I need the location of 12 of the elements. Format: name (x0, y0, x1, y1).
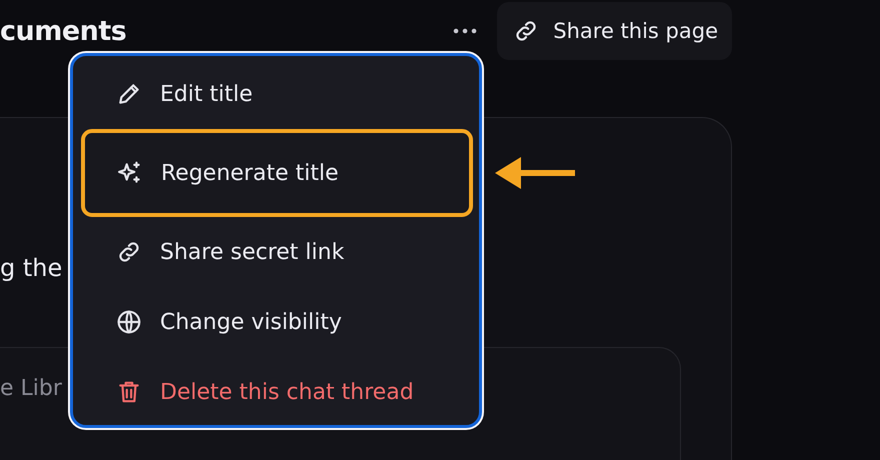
menu-item[interactable]: Share secret link (76, 217, 476, 287)
menu-item[interactable]: Regenerate title (81, 129, 473, 217)
globe-icon (116, 309, 142, 335)
menu-item[interactable]: Delete this chat thread (76, 357, 476, 427)
more-icon[interactable] (453, 28, 478, 34)
pencil-icon (116, 81, 142, 107)
page-title: cuments (0, 16, 126, 46)
menu-item[interactable]: Edit title (76, 59, 476, 129)
menu-item[interactable]: Change visibility (76, 287, 476, 357)
body-text: g the (0, 254, 62, 282)
share-button[interactable]: Share this page (497, 2, 732, 60)
arrow-icon (495, 155, 575, 191)
